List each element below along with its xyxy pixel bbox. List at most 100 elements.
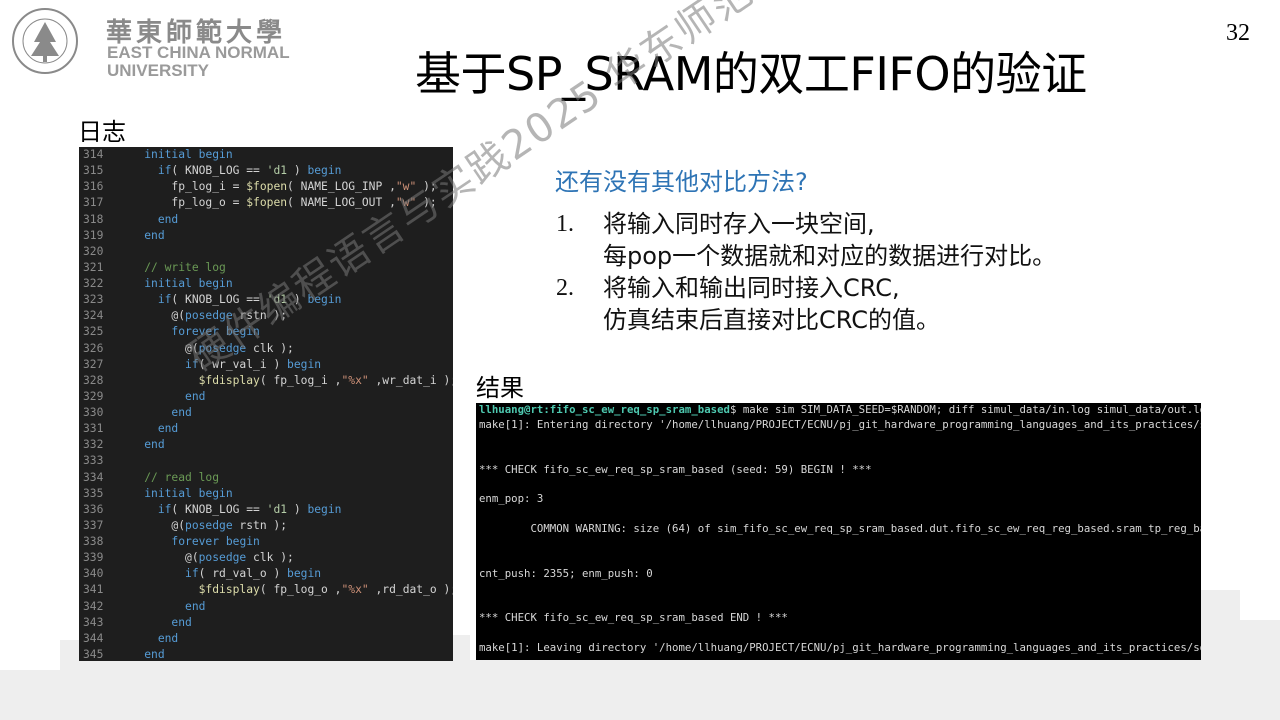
logo-english-name: EAST CHINA NORMAL UNIVERSITY: [107, 44, 290, 80]
code-text: forever begin: [171, 325, 260, 339]
code-text: end: [144, 438, 165, 452]
code-text: if( wr_val_i ) begin: [185, 357, 322, 371]
code-text: if( KNOB_LOG == 'd1 ) begin: [157, 293, 342, 307]
method-line: 仿真结束后直接对比CRC的值。: [603, 306, 940, 334]
code-text: end: [185, 599, 206, 613]
code-text: end: [171, 615, 192, 629]
code-line: 329 end: [79, 389, 453, 405]
line-number: 323: [83, 293, 104, 307]
code-line: 325 forever begin: [79, 324, 453, 340]
terminal-command-line: llhuang@rt:fifo_sc_ew_req_sp_sram_based$…: [476, 403, 1201, 418]
method-number: 1.: [556, 211, 574, 237]
code-line: 333: [79, 453, 453, 469]
line-number: 321: [83, 260, 104, 274]
method-line: 将输入同时存入一块空间,: [603, 210, 875, 238]
line-number: 338: [83, 535, 104, 548]
line-number: 327: [83, 357, 104, 371]
terminal-line: enm_pop: 3: [479, 492, 544, 506]
slide-title: 基于SP_SRAM的双工FIFO的验证: [415, 47, 1087, 101]
line-number: 329: [83, 389, 104, 403]
code-line: 327 if( wr_val_i ) begin: [79, 357, 453, 373]
line-number: 324: [83, 309, 104, 323]
line-number: 344: [83, 631, 104, 645]
code-editor-screenshot: 314 initial begin 315 if( KNOB_LOG == 'd1…: [79, 147, 453, 661]
terminal-line: cnt_push: 2355; enm_push: 0: [479, 566, 653, 580]
code-text: forever begin: [171, 535, 260, 548]
code-line: 326 @(posedge clk );: [79, 341, 453, 357]
code-text: end: [185, 389, 206, 403]
code-line: 345 end: [79, 647, 453, 661]
code-text: @(posedge rstn );: [117, 309, 288, 323]
terminal-line: COMMON WARNING: size (64) of sim_fifo_sc…: [479, 522, 1201, 536]
line-number: 333: [83, 454, 104, 468]
line-number: 336: [83, 502, 104, 516]
logo-english-line2: UNIVERSITY: [107, 61, 210, 80]
code-text: // write log: [117, 260, 226, 274]
code-line: 320: [79, 244, 453, 260]
log-section-label: 日志: [78, 118, 126, 146]
code-line: 344 end: [79, 631, 453, 647]
line-number: 341: [83, 583, 104, 597]
terminal-line: make[1]: Entering directory '/home/llhua…: [479, 417, 1201, 431]
line-number: 315: [83, 164, 104, 178]
line-number: 330: [83, 406, 104, 419]
code-line: 315 if( KNOB_LOG == 'd1 ) begin: [79, 163, 453, 179]
line-number: 345: [83, 647, 104, 661]
code-line: 322 initial begin: [79, 276, 453, 292]
method-line: 每pop一个数据就和对应的数据进行对比。: [603, 242, 1057, 270]
method-number: 2.: [556, 275, 574, 301]
method-item: 1. 将输入同时存入一块空间, 每pop一个数据就和对应的数据进行对比。: [556, 208, 1056, 272]
method-item: 2. 将输入和输出同时接入CRC, 仿真结束后直接对比CRC的值。: [556, 272, 1056, 336]
line-number: 332: [83, 438, 104, 452]
code-text: end: [157, 422, 179, 436]
code-text: end: [144, 647, 165, 661]
code-text: fp_log_i = $fopen( NAME_LOG_INP ,"w" );: [117, 180, 437, 194]
code-text: $fdisplay( fp_log_o ,"%x" ,rd_dat_o );: [198, 583, 453, 597]
code-line: 318 end: [79, 212, 453, 228]
line-number: 343: [83, 615, 104, 629]
code-line: 331 end: [79, 421, 453, 437]
code-line: 334 // read log: [79, 470, 453, 486]
code-text: // read log: [117, 470, 220, 484]
code-line: 323 if( KNOB_LOG == 'd1 ) begin: [79, 292, 453, 308]
code-text: if( KNOB_LOG == 'd1 ) begin: [157, 164, 342, 178]
code-text: end: [157, 631, 179, 645]
code-line: 314 initial begin: [79, 147, 453, 163]
line-number: 339: [83, 551, 104, 565]
code-text: end: [157, 212, 179, 226]
terminal-line: *** CHECK fifo_sc_ew_req_sp_sram_based (…: [479, 462, 872, 476]
line-number: 325: [83, 325, 104, 339]
code-text: end: [171, 406, 192, 419]
code-line: 317 fp_log_o = $fopen( NAME_LOG_OUT ,"w"…: [79, 195, 453, 211]
line-number: 334: [83, 470, 104, 484]
terminal-line: make[1]: Leaving directory '/home/llhuan…: [479, 641, 1201, 655]
line-number: 326: [83, 341, 104, 355]
code-text: @(posedge rstn );: [117, 518, 288, 532]
terminal-output-screenshot: llhuang@rt:fifo_sc_ew_req_sp_sram_based$…: [476, 403, 1201, 660]
code-text: @(posedge clk );: [117, 341, 294, 355]
code-line: 337 @(posedge rstn );: [79, 518, 453, 534]
code-text: end: [144, 228, 165, 242]
method-line: 将输入和输出同时接入CRC,: [603, 274, 900, 302]
code-text: initial begin: [144, 486, 233, 500]
terminal-command: $ make sim SIM_DATA_SEED=$RANDOM; diff s…: [729, 403, 1201, 416]
line-number: 319: [83, 228, 104, 242]
terminal-prompt: llhuang@rt:fifo_sc_ew_req_sp_sram_based: [479, 403, 730, 416]
code-line: 332 end: [79, 437, 453, 453]
code-line: 339 @(posedge clk );: [79, 550, 453, 566]
code-text: fp_log_o = $fopen( NAME_LOG_OUT ,"w" );: [117, 196, 437, 210]
line-number: 335: [83, 486, 104, 500]
code-line: 324 @(posedge rstn );: [79, 308, 453, 324]
code-line: 328 $fdisplay( fp_log_i ,"%x" ,wr_dat_i …: [79, 373, 453, 389]
line-number: 314: [83, 148, 104, 161]
line-number: 337: [83, 518, 104, 532]
code-line: 316 fp_log_i = $fopen( NAME_LOG_INP ,"w"…: [79, 179, 453, 195]
